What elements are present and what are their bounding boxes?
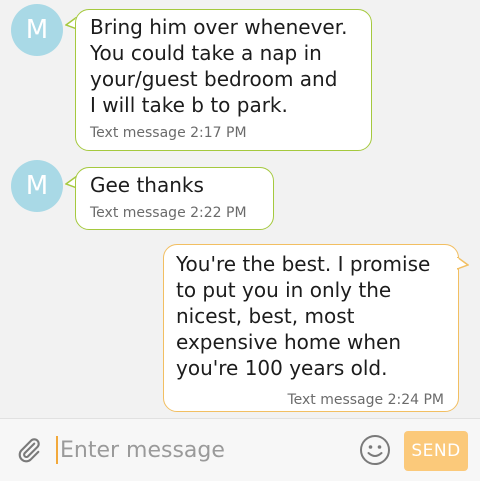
message-bubble-outgoing[interactable]: You're the best. I promise to put you in…: [163, 244, 459, 412]
text-caret: [56, 436, 58, 464]
message-timestamp: Text message 2:24 PM: [287, 392, 444, 408]
message-composer: SEND: [0, 418, 480, 481]
smiley-icon: [360, 435, 390, 465]
contact-avatar[interactable]: M: [11, 4, 63, 56]
contact-avatar[interactable]: M: [11, 160, 63, 212]
message-text: Bring him over whenever. You could take …: [90, 15, 348, 117]
emoji-button[interactable]: [358, 433, 392, 467]
message-thread[interactable]: M Bring him over whenever. You could tak…: [0, 0, 480, 418]
send-button[interactable]: SEND: [404, 431, 468, 471]
message-timestamp: Text message 2:17 PM: [90, 125, 247, 141]
paperclip-icon: [18, 438, 40, 463]
avatar-letter: M: [25, 171, 49, 201]
message-timestamp: Text message 2:22 PM: [90, 205, 247, 221]
message-bubble-incoming[interactable]: Gee thanks Text message 2:22 PM: [75, 167, 274, 230]
message-input-wrap: [56, 433, 346, 467]
attach-button[interactable]: [12, 433, 46, 467]
avatar-letter: M: [25, 15, 49, 45]
message-text: Gee thanks: [90, 173, 204, 197]
message-bubble-incoming[interactable]: Bring him over whenever. You could take …: [75, 9, 372, 151]
message-input[interactable]: [60, 437, 330, 463]
message-text: You're the best. I promise to put you in…: [176, 252, 431, 380]
bubble-tail: [457, 257, 469, 270]
